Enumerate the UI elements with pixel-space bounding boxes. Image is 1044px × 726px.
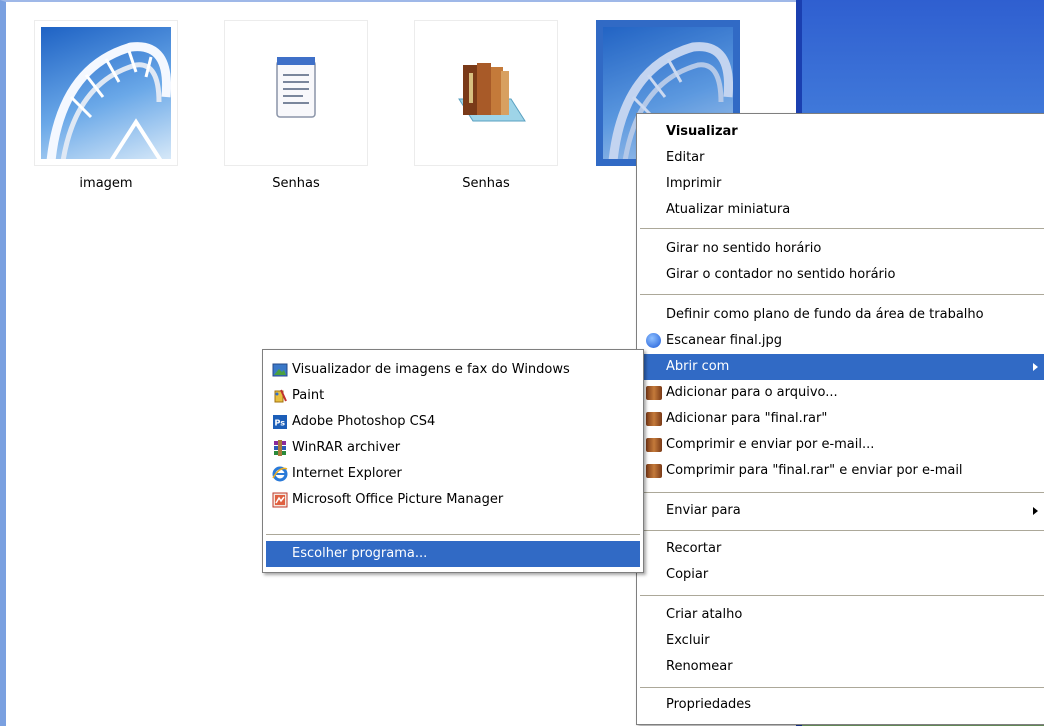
menu-item-girar-horario[interactable]: Girar no sentido horário bbox=[640, 236, 1044, 262]
books-icon bbox=[458, 63, 526, 122]
menu-item-label: Adicionar para o arquivo... bbox=[666, 385, 838, 400]
menu-item-girar-anti-horario[interactable]: Girar o contador no sentido horário bbox=[640, 262, 1044, 288]
menu-item-criar-atalho[interactable]: Criar atalho bbox=[640, 602, 1044, 628]
menu-item-recortar[interactable]: Recortar bbox=[640, 536, 1044, 562]
file-label[interactable]: Senhas bbox=[224, 176, 368, 191]
menu-item-definir-plano-de-fundo[interactable]: Definir como plano de fundo da área de t… bbox=[640, 302, 1044, 328]
file-tile-senhas-archive[interactable] bbox=[414, 20, 558, 166]
winrar-icon bbox=[646, 438, 662, 452]
submenu-item-internet-explorer[interactable]: Internet Explorer bbox=[266, 461, 640, 487]
file-label[interactable]: imagem bbox=[34, 176, 178, 191]
menu-item-enviar-para[interactable]: Enviar para bbox=[640, 498, 1044, 524]
winrar-icon bbox=[646, 386, 662, 400]
file-tile-senhas-txt[interactable] bbox=[224, 20, 368, 166]
menu-item-label: Abrir com bbox=[666, 359, 730, 374]
menu-item-visualizar[interactable]: Visualizar bbox=[640, 119, 1044, 145]
context-menu: Visualizar Editar Imprimir Atualizar min… bbox=[636, 113, 1044, 725]
submenu-arrow-icon bbox=[1033, 363, 1038, 371]
submenu-item-label: Paint bbox=[292, 388, 325, 403]
menu-separator bbox=[640, 595, 1044, 596]
menu-separator bbox=[640, 492, 1044, 493]
submenu-item-escolher-programa[interactable]: Escolher programa... bbox=[266, 541, 640, 567]
photo-icon bbox=[41, 27, 171, 159]
menu-item-copiar[interactable]: Copiar bbox=[640, 562, 1044, 588]
submenu-item-picture-manager[interactable]: Microsoft Office Picture Manager bbox=[266, 487, 640, 513]
image-viewer-icon bbox=[272, 363, 288, 377]
menu-item-label: Comprimir para "final.rar" e enviar por … bbox=[666, 463, 963, 478]
menu-item-editar[interactable]: Editar bbox=[640, 145, 1044, 171]
submenu-arrow-icon bbox=[1033, 507, 1038, 515]
winrar-icon bbox=[646, 412, 662, 426]
submenu-item-label: Internet Explorer bbox=[292, 466, 402, 481]
menu-item-label: Enviar para bbox=[666, 503, 741, 518]
submenu-item-paint[interactable]: Paint bbox=[266, 383, 640, 409]
winrar-icon bbox=[274, 440, 286, 456]
menu-separator bbox=[640, 228, 1044, 229]
winrar-icon bbox=[646, 464, 662, 478]
menu-item-adicionar-final-rar[interactable]: Adicionar para "final.rar" bbox=[640, 406, 1044, 432]
submenu-item-label: Visualizador de imagens e fax do Windows bbox=[292, 362, 570, 377]
submenu-item-photoshop[interactable]: Ps Adobe Photoshop CS4 bbox=[266, 409, 640, 435]
picture-manager-icon bbox=[272, 492, 288, 508]
menu-item-abrir-com[interactable]: Abrir com bbox=[640, 354, 1044, 380]
menu-item-imprimir[interactable]: Imprimir bbox=[640, 171, 1044, 197]
menu-item-atualizar-miniatura[interactable]: Atualizar miniatura bbox=[640, 197, 1044, 223]
notepad-icon bbox=[276, 57, 316, 118]
open-with-submenu: Visualizador de imagens e fax do Windows… bbox=[262, 349, 644, 573]
menu-separator bbox=[640, 530, 1044, 531]
submenu-item-visualizador[interactable]: Visualizador de imagens e fax do Windows bbox=[266, 357, 640, 383]
antivirus-icon bbox=[646, 333, 661, 348]
file-tile-imagem[interactable] bbox=[34, 20, 178, 166]
submenu-item-label: WinRAR archiver bbox=[292, 440, 401, 455]
svg-text:Ps: Ps bbox=[275, 419, 286, 428]
submenu-item-label: Microsoft Office Picture Manager bbox=[292, 492, 504, 507]
menu-separator bbox=[266, 534, 640, 535]
submenu-item-label: Adobe Photoshop CS4 bbox=[292, 414, 436, 429]
menu-separator bbox=[640, 294, 1044, 295]
menu-item-comprimir-final-rar-email[interactable]: Comprimir para "final.rar" e enviar por … bbox=[640, 458, 1044, 484]
menu-item-adicionar-arquivo[interactable]: Adicionar para o arquivo... bbox=[640, 380, 1044, 406]
menu-item-escanear[interactable]: Escanear final.jpg bbox=[640, 328, 1044, 354]
internet-explorer-icon bbox=[272, 466, 288, 482]
photoshop-icon: Ps bbox=[273, 415, 287, 429]
menu-separator bbox=[640, 687, 1044, 688]
menu-item-label: Comprimir e enviar por e-mail... bbox=[666, 437, 875, 452]
menu-item-label: Escanear final.jpg bbox=[666, 333, 783, 348]
menu-item-propriedades[interactable]: Propriedades bbox=[640, 692, 1044, 718]
menu-item-comprimir-email[interactable]: Comprimir e enviar por e-mail... bbox=[640, 432, 1044, 458]
menu-item-excluir[interactable]: Excluir bbox=[640, 628, 1044, 654]
paint-icon bbox=[274, 389, 287, 403]
menu-item-label: Adicionar para "final.rar" bbox=[666, 411, 828, 426]
menu-item-renomear[interactable]: Renomear bbox=[640, 654, 1044, 680]
file-label[interactable]: Senhas bbox=[414, 176, 558, 191]
submenu-item-winrar[interactable]: WinRAR archiver bbox=[266, 435, 640, 461]
